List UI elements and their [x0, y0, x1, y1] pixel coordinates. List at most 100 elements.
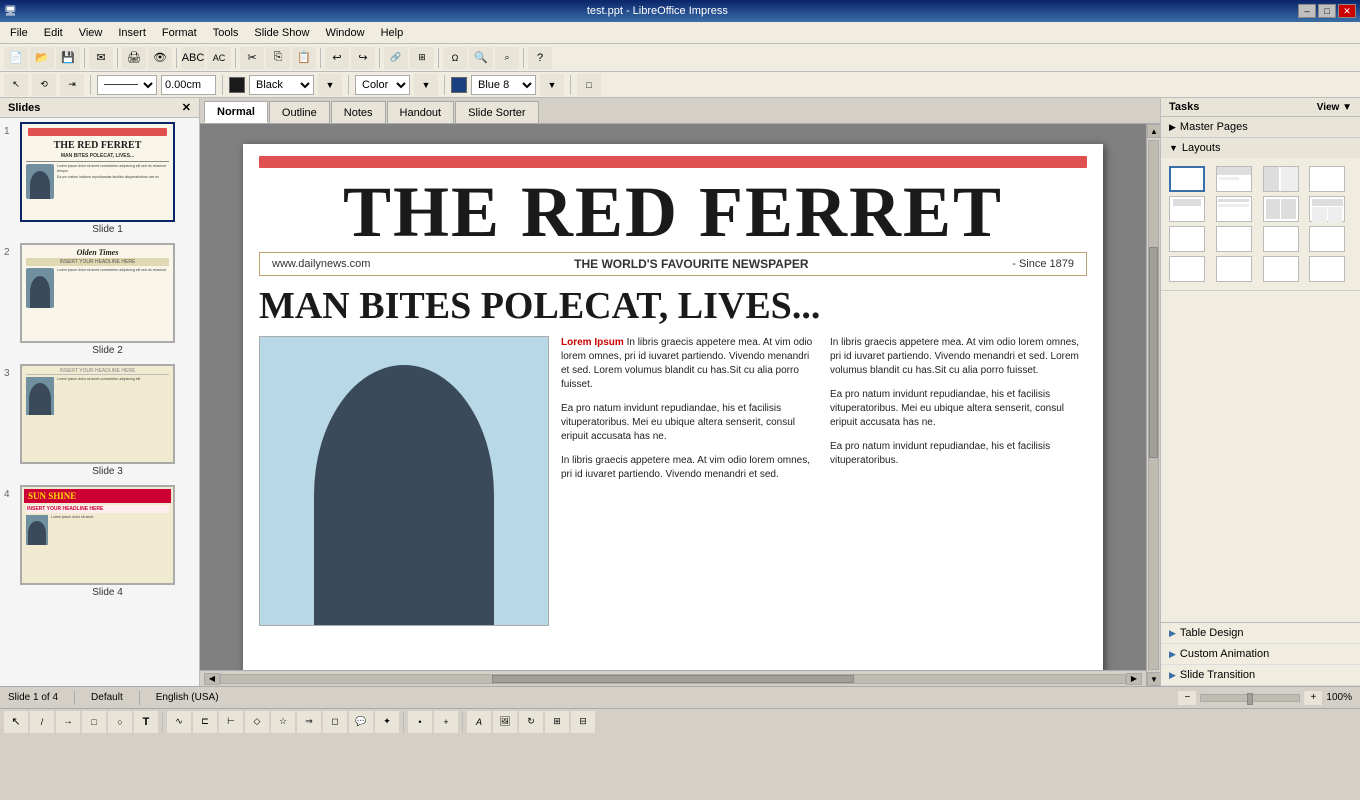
tab-slide-sorter[interactable]: Slide Sorter: [455, 101, 538, 123]
draw-arrow-btn[interactable]: →: [56, 711, 80, 733]
draw-rect-btn[interactable]: □: [82, 711, 106, 733]
vscroll-thumb[interactable]: [1149, 247, 1158, 458]
master-pages-header[interactable]: ▶ Master Pages: [1161, 117, 1360, 137]
slide-preview-1[interactable]: THE RED FERRET MAN BITES POLECAT, LIVES.…: [20, 122, 175, 222]
slide-thumb-4[interactable]: 4 SUN SHINE INSERT YOUR HEADLINE HERE: [4, 485, 195, 598]
undo-button[interactable]: ↩: [325, 47, 349, 69]
preview-button[interactable]: 👁: [148, 47, 172, 69]
draw-rotate-btn[interactable]: ↻: [519, 711, 543, 733]
hyperlink-button[interactable]: 🔗: [384, 47, 408, 69]
tab-notes[interactable]: Notes: [331, 101, 386, 123]
open-button[interactable]: 📂: [30, 47, 54, 69]
slide-transition-item[interactable]: ▶ Slide Transition: [1161, 665, 1360, 686]
slides-close-icon[interactable]: ✕: [182, 101, 191, 114]
table-design-item[interactable]: ▶ Table Design: [1161, 623, 1360, 644]
menu-file[interactable]: File: [2, 22, 36, 43]
menu-insert[interactable]: Insert: [110, 22, 154, 43]
layouts-header[interactable]: ▼ Layouts: [1161, 138, 1360, 158]
menu-tools[interactable]: Tools: [205, 22, 247, 43]
fill-color-select[interactable]: Blue 8: [471, 75, 536, 95]
slide-preview-4[interactable]: SUN SHINE INSERT YOUR HEADLINE HERE Lore…: [20, 485, 175, 585]
layout-thumb-6[interactable]: [1216, 196, 1252, 222]
draw-block-arrows-btn[interactable]: ⇒: [297, 711, 321, 733]
menu-format[interactable]: Format: [154, 22, 205, 43]
layout-thumb-3[interactable]: [1263, 166, 1299, 192]
shadow-btn[interactable]: □: [577, 74, 601, 96]
draw-align-btn[interactable]: ⊞: [545, 711, 569, 733]
draw-distribute-btn[interactable]: ⊟: [571, 711, 595, 733]
layout-thumb-5[interactable]: [1169, 196, 1205, 222]
layout-thumb-14[interactable]: [1216, 256, 1252, 282]
layout-thumb-12[interactable]: [1309, 226, 1345, 252]
tab-btn[interactable]: ⇥: [60, 74, 84, 96]
menu-window[interactable]: Window: [317, 22, 372, 43]
menu-help[interactable]: Help: [373, 22, 412, 43]
line-style-select[interactable]: ──────: [97, 75, 157, 95]
layout-thumb-2[interactable]: [1216, 166, 1252, 192]
fill-color-arrow-btn[interactable]: ▼: [540, 74, 564, 96]
custom-animation-item[interactable]: ▶ Custom Animation: [1161, 644, 1360, 665]
slide-thumb-3[interactable]: 3 INSERT YOUR HEADLINE HERE Lo: [4, 364, 195, 477]
layout-thumb-13[interactable]: [1169, 256, 1205, 282]
chars-button[interactable]: Ω: [443, 47, 467, 69]
autocorrect-button[interactable]: AC: [207, 47, 231, 69]
redo-button[interactable]: ↪: [351, 47, 375, 69]
hscroll-left[interactable]: ◀: [204, 673, 220, 685]
tab-outline[interactable]: Outline: [269, 101, 330, 123]
new-button[interactable]: 📄: [4, 47, 28, 69]
menu-view[interactable]: View: [71, 22, 111, 43]
line-color-select[interactable]: Black: [249, 75, 314, 95]
layout-thumb-16[interactable]: [1309, 256, 1345, 282]
cursor-mode[interactable]: ↖: [4, 74, 28, 96]
paste-button[interactable]: 📋: [292, 47, 316, 69]
tasks-view-label[interactable]: View ▼: [1317, 102, 1352, 113]
hscroll-thumb[interactable]: [492, 675, 854, 683]
draw-symbol-shapes-btn[interactable]: ☆: [271, 711, 295, 733]
layout-thumb-15[interactable]: [1263, 256, 1299, 282]
draw-text-btn[interactable]: T: [134, 711, 158, 733]
tab-handout[interactable]: Handout: [387, 101, 455, 123]
vscroll-up[interactable]: ▲: [1147, 124, 1160, 138]
hscroll-track[interactable]: [220, 674, 1126, 684]
slide-thumb-2[interactable]: 2 Olden Times INSERT YOUR HEADLINE HERE: [4, 243, 195, 356]
email-button[interactable]: ✉: [89, 47, 113, 69]
minimize-button[interactable]: –: [1298, 4, 1316, 18]
draw-points-btn[interactable]: •: [408, 711, 432, 733]
layout-thumb-10[interactable]: [1216, 226, 1252, 252]
draw-stars-btn[interactable]: ✦: [375, 711, 399, 733]
draw-callouts-btn[interactable]: 💬: [349, 711, 373, 733]
slide-thumb-1[interactable]: 1 THE RED FERRET MAN BITES POLECAT, LIVE…: [4, 122, 195, 235]
layout-thumb-11[interactable]: [1263, 226, 1299, 252]
draw-gluepoints-btn[interactable]: +: [434, 711, 458, 733]
hscroll-right[interactable]: ▶: [1126, 673, 1142, 685]
zoom-button[interactable]: 🔍: [469, 47, 493, 69]
menu-slideshow[interactable]: Slide Show: [246, 22, 317, 43]
help-button[interactable]: ?: [528, 47, 552, 69]
slide-preview-3[interactable]: INSERT YOUR HEADLINE HERE Lorem ipsum do…: [20, 364, 175, 464]
table-button[interactable]: ⊞: [410, 47, 434, 69]
horizontal-scrollbar[interactable]: ◀ ▶: [200, 670, 1146, 686]
fill-arrow-btn[interactable]: ▼: [414, 74, 438, 96]
draw-curves-btn[interactable]: ∿: [167, 711, 191, 733]
layout-thumb-7[interactable]: [1263, 196, 1299, 222]
layout-thumb-4[interactable]: [1309, 166, 1345, 192]
print-button[interactable]: 🖨: [122, 47, 146, 69]
spellcheck-button[interactable]: ABC: [181, 47, 205, 69]
draw-cursor-btn[interactable]: ↖: [4, 711, 28, 733]
rotate-btn[interactable]: ⟲: [32, 74, 56, 96]
find-button[interactable]: ⌕: [495, 47, 519, 69]
save-button[interactable]: 💾: [56, 47, 80, 69]
draw-basic-shapes-btn[interactable]: ◇: [245, 711, 269, 733]
draw-line-btn[interactable]: /: [30, 711, 54, 733]
layout-thumb-9[interactable]: [1169, 226, 1205, 252]
layout-thumb-1[interactable]: [1169, 166, 1205, 192]
cut-button[interactable]: ✂: [240, 47, 264, 69]
draw-connectors-btn[interactable]: ⊏: [193, 711, 217, 733]
line-width-input[interactable]: [161, 75, 216, 95]
menu-edit[interactable]: Edit: [36, 22, 71, 43]
fill-type-select[interactable]: Color: [355, 75, 410, 95]
vscroll-down[interactable]: ▼: [1147, 672, 1160, 686]
layout-thumb-8[interactable]: [1309, 196, 1345, 222]
draw-flowchart-btn[interactable]: ◻: [323, 711, 347, 733]
zoom-slider[interactable]: [1200, 694, 1300, 702]
